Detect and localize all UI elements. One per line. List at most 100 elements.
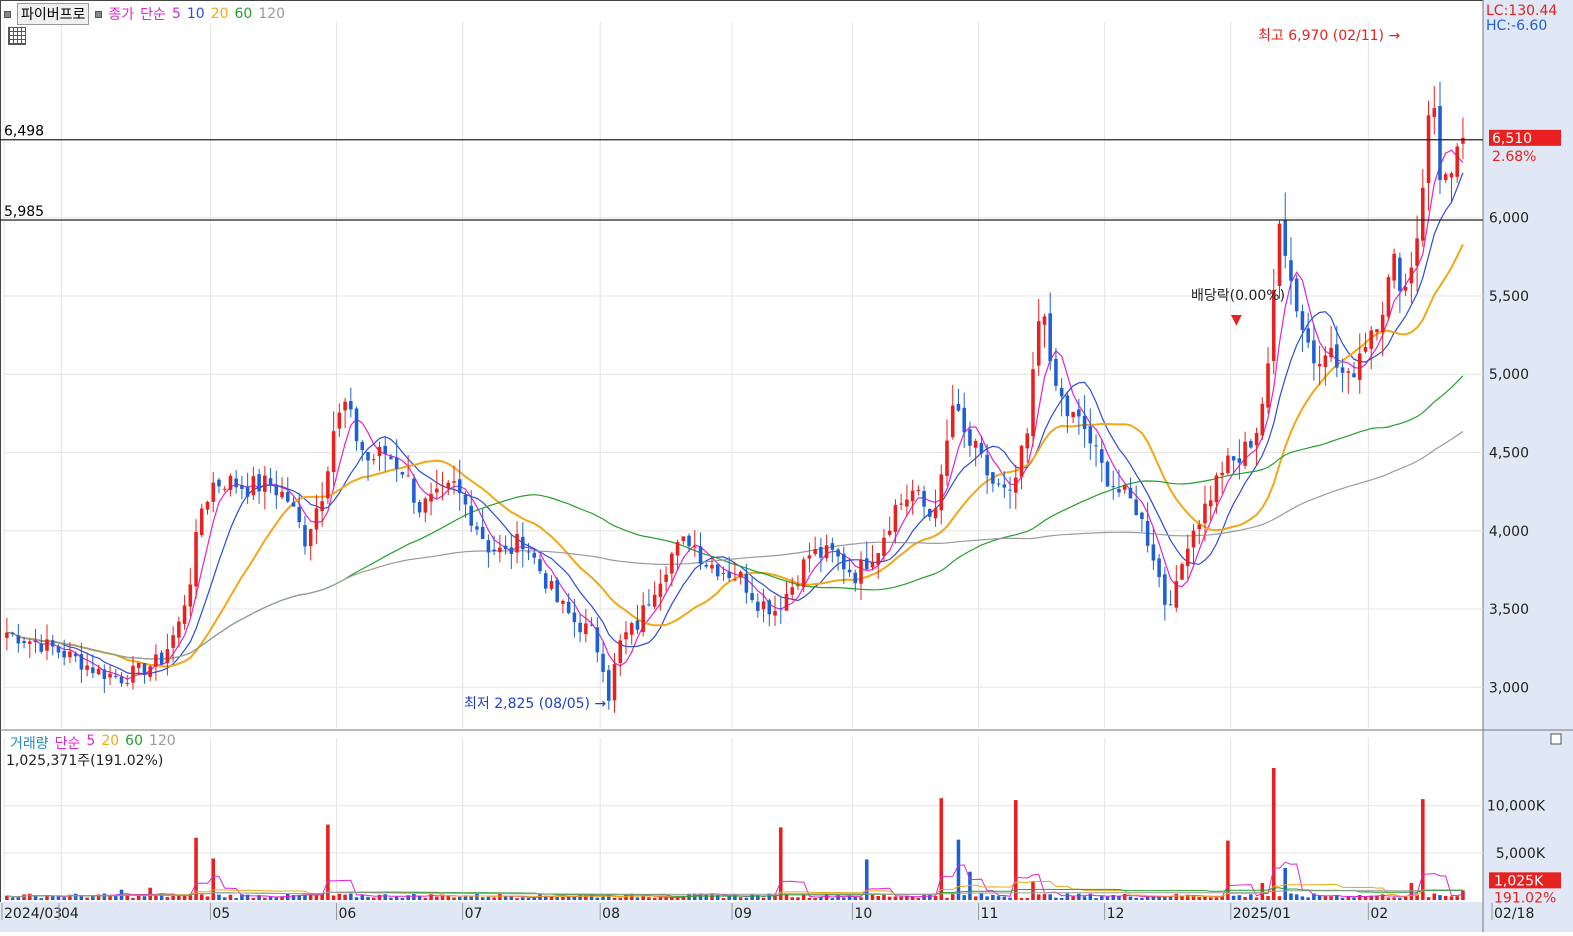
volume-bar xyxy=(39,898,44,900)
candle-body xyxy=(578,622,582,633)
candle-body xyxy=(182,605,187,624)
candle-body xyxy=(973,440,978,448)
candle-body xyxy=(589,624,594,626)
volume-bar xyxy=(1306,897,1310,900)
volume-bar xyxy=(515,898,519,900)
ma5-line xyxy=(6,149,1464,680)
volume-bar xyxy=(572,896,577,900)
volume-bar xyxy=(1163,896,1167,900)
candle-body xyxy=(159,652,164,665)
date-label: 2025/01 xyxy=(1233,906,1291,922)
volume-bar xyxy=(1426,897,1431,900)
volume-bar xyxy=(171,895,175,900)
candle-body xyxy=(819,547,823,558)
volume-bar xyxy=(85,897,89,900)
volume-bar xyxy=(1271,768,1276,900)
volume-bar xyxy=(119,889,124,900)
volume-bar xyxy=(354,897,359,900)
candle-body xyxy=(1117,489,1121,493)
candle-body xyxy=(62,650,66,658)
candle-body xyxy=(910,490,915,502)
collapse-square-icon[interactable] xyxy=(4,10,11,18)
candle-body xyxy=(1214,475,1219,503)
candle-body xyxy=(664,574,668,582)
candle-body xyxy=(1220,472,1224,476)
volume-bar xyxy=(664,897,668,900)
volume-bar xyxy=(842,897,846,900)
volume-bar xyxy=(618,897,623,900)
collapse-square-icon[interactable] xyxy=(95,10,103,18)
candle-body xyxy=(291,502,296,507)
volume-bar xyxy=(435,896,439,900)
candle-body xyxy=(486,540,491,553)
candle-body xyxy=(263,475,267,492)
volume-bar xyxy=(211,858,216,900)
hc-indicator: HC:-6.60 xyxy=(1486,18,1548,34)
candle-body xyxy=(1237,458,1242,463)
arrow-down-icon: ▼ xyxy=(1231,312,1242,328)
candle-body xyxy=(452,481,456,483)
candle-body xyxy=(1151,544,1156,561)
candle-body xyxy=(607,670,611,701)
candle-body xyxy=(102,669,107,680)
candle-body xyxy=(681,536,686,541)
volume-bar xyxy=(194,837,198,900)
volume-bar xyxy=(457,896,462,900)
volume-bar xyxy=(217,894,221,900)
volume-bar xyxy=(389,897,393,900)
volume-bar xyxy=(1392,897,1396,900)
date-label: 08 xyxy=(602,906,620,922)
candle-body xyxy=(641,605,645,633)
volume-bar xyxy=(222,897,227,900)
candle-body xyxy=(366,451,370,461)
candle-body xyxy=(778,608,783,610)
candle-body xyxy=(234,478,238,488)
candle-body xyxy=(509,547,514,554)
candle-body xyxy=(647,604,651,606)
candle-body xyxy=(314,508,319,530)
volume-bar xyxy=(1443,895,1448,900)
candle-body xyxy=(1421,187,1425,241)
candle-body xyxy=(1449,173,1454,178)
volume-bar xyxy=(1357,894,1362,900)
volume-bar xyxy=(1174,893,1179,900)
candle-body xyxy=(1002,484,1007,488)
volume-bar xyxy=(1346,896,1351,900)
candle-body xyxy=(836,549,840,557)
candle-body xyxy=(457,479,462,494)
volume-bar xyxy=(652,897,657,900)
volume-bar xyxy=(521,897,525,900)
candle-body xyxy=(595,627,600,653)
volume-bar xyxy=(16,897,21,900)
title-button[interactable]: 파이버프로 xyxy=(17,3,90,25)
price-tick-label: 5,000 xyxy=(1489,367,1529,383)
volume-bar xyxy=(509,896,514,900)
volume-bar xyxy=(1421,799,1425,900)
volume-bar xyxy=(1065,893,1070,900)
volume-bar xyxy=(452,897,456,900)
candle-body xyxy=(326,471,330,499)
volume-bar xyxy=(314,895,319,900)
volume-bar xyxy=(744,897,749,900)
candle-body xyxy=(1197,524,1202,530)
candle-body xyxy=(1392,253,1396,281)
stock-chart: 6,498 5,985 3,000 3,500 4,000 4,500 5,000 5,50… xyxy=(0,0,1573,932)
volume-bar xyxy=(1300,896,1305,900)
candle-body xyxy=(463,494,468,505)
table-grid-icon[interactable] xyxy=(8,27,26,45)
candle-body xyxy=(1077,409,1081,417)
candle-body xyxy=(612,664,617,701)
volume-bar xyxy=(331,895,336,900)
volume-bar xyxy=(1134,897,1138,900)
volume-bar xyxy=(973,896,978,900)
candle-body xyxy=(211,482,216,502)
volume-bar xyxy=(469,896,473,900)
candle-body xyxy=(1426,115,1431,184)
volume-bar xyxy=(1237,895,1242,900)
candle-body xyxy=(652,594,657,607)
volume-bar xyxy=(371,897,376,900)
candle-body xyxy=(1042,316,1047,325)
volume-bar xyxy=(750,894,754,900)
candle-body xyxy=(96,668,101,675)
candle-body xyxy=(171,635,175,648)
